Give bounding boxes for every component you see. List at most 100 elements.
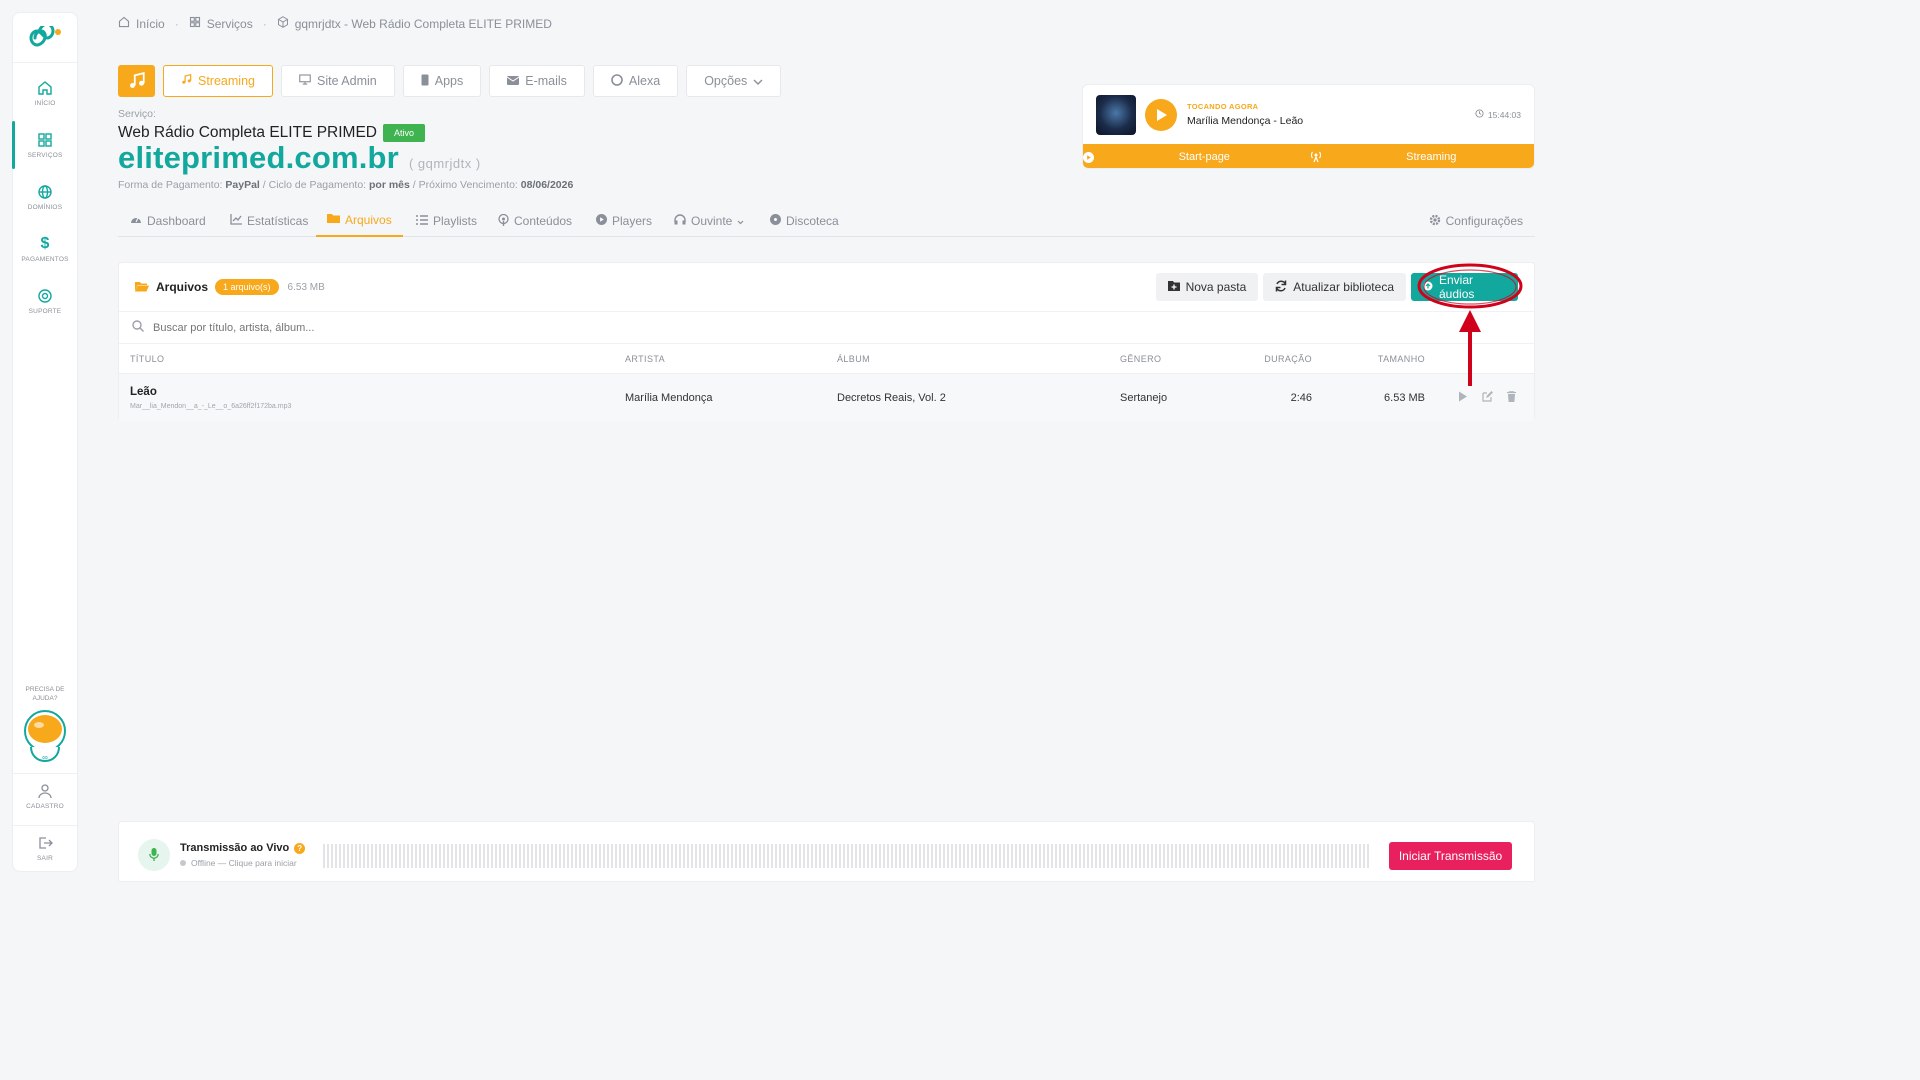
due-prefix: / Próximo Vencimento: — [412, 179, 518, 191]
disc-icon — [770, 214, 781, 228]
breadcrumb-home[interactable]: Início — [136, 17, 165, 31]
brand-logo[interactable] — [13, 13, 77, 63]
breadcrumb-services[interactable]: Serviços — [207, 17, 253, 31]
tab-label: Dashboard — [147, 214, 206, 228]
tab-contents[interactable]: Conteúdos — [498, 205, 572, 237]
sidebar-item-home[interactable]: INÍCIO — [13, 67, 77, 119]
tab-settings[interactable]: Configurações — [1429, 205, 1523, 237]
mobile-icon — [421, 74, 429, 89]
tab-dashboard[interactable]: Dashboard — [130, 205, 206, 237]
start-broadcast-button[interactable]: Iniciar Transmissão — [1389, 842, 1512, 870]
tab-listener[interactable]: Ouvinte — [674, 205, 744, 237]
music-icon — [129, 72, 145, 88]
tab-label: Discoteca — [786, 214, 839, 228]
sidebar: INÍCIO SERVIÇOS DOMÍNIOS $ PAGAMENTOS SU… — [12, 12, 78, 872]
tab-label: Alexa — [628, 74, 661, 88]
column-header-genre[interactable]: GÊNERO — [1120, 354, 1161, 364]
sidebar-item-label: INÍCIO — [34, 100, 56, 107]
live-status: Offline — Clique para iniciar — [191, 858, 297, 868]
sidebar-item-domains[interactable]: DOMÍNIOS — [13, 171, 77, 223]
alexa-icon — [611, 73, 623, 89]
sidebar-item-payments[interactable]: $ PAGAMENTOS — [13, 223, 77, 275]
globe-icon — [36, 183, 54, 201]
table-row[interactable]: Leão Mar__lia_Mendon__a_-_Le__o_6a26ff2f… — [119, 374, 1534, 421]
clock-icon — [1475, 109, 1484, 120]
column-header-album[interactable]: ÁLBUM — [837, 354, 870, 364]
tab-players[interactable]: Players — [596, 205, 652, 237]
tab-emails[interactable]: E-mails — [489, 65, 585, 97]
play-button[interactable] — [1145, 98, 1177, 131]
breadcrumb: Início · Serviços · gqmrjdtx - Web Rádio… — [118, 16, 552, 31]
start-page-link[interactable]: Start-page — [1083, 151, 1309, 163]
user-icon — [36, 782, 54, 800]
grid-icon — [189, 16, 201, 31]
tab-label: E-mails — [525, 74, 567, 88]
tab-files[interactable]: Arquivos — [316, 205, 403, 237]
files-card: Arquivos 1 arquivo(s) 6.53 MB Nova pasta… — [118, 262, 1535, 421]
streaming-link[interactable]: Streaming — [1309, 151, 1535, 163]
files-title: Arquivos — [156, 280, 209, 294]
domain-name[interactable]: eliteprimed.com.br — [118, 140, 399, 176]
play-icon[interactable] — [1458, 391, 1468, 405]
sidebar-item-services[interactable]: SERVIÇOS — [12, 119, 77, 171]
sidebar-item-logout[interactable]: SAIR — [13, 825, 77, 862]
lifebuoy-icon — [36, 287, 54, 305]
audio-waveform — [323, 844, 1371, 868]
edit-icon[interactable] — [1482, 390, 1493, 405]
tab-label: Playlists — [433, 214, 478, 228]
trash-icon[interactable] — [1507, 389, 1516, 405]
microphone-icon — [138, 839, 170, 871]
sub-tabs: Dashboard Estatísticas Arquivos Playlist… — [118, 205, 1535, 237]
tab-discoteca[interactable]: Discoteca — [770, 205, 839, 237]
monitor-icon — [299, 74, 311, 88]
tab-label: Ouvinte — [691, 214, 733, 228]
podcast-icon — [498, 213, 509, 229]
column-header-artist[interactable]: ARTISTA — [625, 354, 665, 364]
tab-label: Opções — [704, 74, 748, 88]
live-title-row: Transmissão ao Vivo ? — [180, 842, 306, 854]
tab-alexa[interactable]: Alexa — [592, 65, 679, 97]
home-icon — [36, 79, 54, 97]
music-icon — [181, 73, 192, 88]
broadcast-icon — [1310, 151, 1321, 163]
help-section[interactable]: PRECISA DE AJUDA? ∞ — [13, 685, 77, 765]
column-header-title[interactable]: TÍTULO — [130, 354, 164, 364]
cell-album: Decretos Reais, Vol. 2 — [837, 391, 946, 404]
tab-site-admin[interactable]: Site Admin — [280, 65, 395, 97]
now-playing-label: TOCANDO AGORA — [1187, 102, 1259, 111]
tab-streaming[interactable]: Streaming — [163, 65, 273, 97]
refresh-library-button[interactable]: Atualizar biblioteca — [1263, 273, 1406, 301]
total-size: 6.53 MB — [287, 281, 325, 293]
line-chart-icon — [230, 214, 242, 228]
help-icon[interactable]: ? — [294, 842, 306, 854]
status-dot — [180, 860, 186, 866]
tab-apps[interactable]: Apps — [402, 65, 482, 97]
search-bar — [119, 312, 1534, 344]
sidebar-item-profile[interactable]: CADASTRO — [13, 773, 77, 810]
payment-prefix: Forma de Pagamento: — [118, 179, 223, 191]
dollar-icon: $ — [40, 235, 50, 252]
column-header-duration[interactable]: DURAÇÃO — [1264, 354, 1312, 364]
svg-text:∞: ∞ — [42, 753, 48, 762]
sidebar-item-support[interactable]: SUPORTE — [13, 275, 77, 327]
options-dropdown[interactable]: Opções — [686, 65, 782, 97]
tab-statistics[interactable]: Estatísticas — [230, 205, 308, 237]
column-header-size[interactable]: TAMANHO — [1378, 354, 1425, 364]
upload-audio-button[interactable]: Enviar áudios — [1411, 273, 1518, 301]
tab-label: Players — [612, 214, 653, 228]
new-folder-button[interactable]: Nova pasta — [1155, 273, 1259, 301]
search-input[interactable] — [153, 321, 553, 334]
cube-icon — [277, 16, 289, 31]
tab-playlists[interactable]: Playlists — [416, 205, 477, 237]
button-label: Atualizar biblioteca — [1293, 280, 1394, 294]
cell-duration: 2:46 — [1290, 391, 1312, 404]
streaming-label: Streaming — [1406, 151, 1457, 163]
service-label: Serviço: — [118, 108, 156, 120]
search-icon — [132, 320, 144, 335]
service-slug: ( gqmrjdtx ) — [408, 156, 481, 171]
tab-label: Site Admin — [316, 74, 377, 88]
sidebar-item-label: CADASTRO — [26, 803, 64, 810]
music-tab-button[interactable] — [118, 65, 155, 97]
breadcrumb-separator: · — [174, 16, 179, 31]
chevron-down-icon — [737, 214, 744, 228]
